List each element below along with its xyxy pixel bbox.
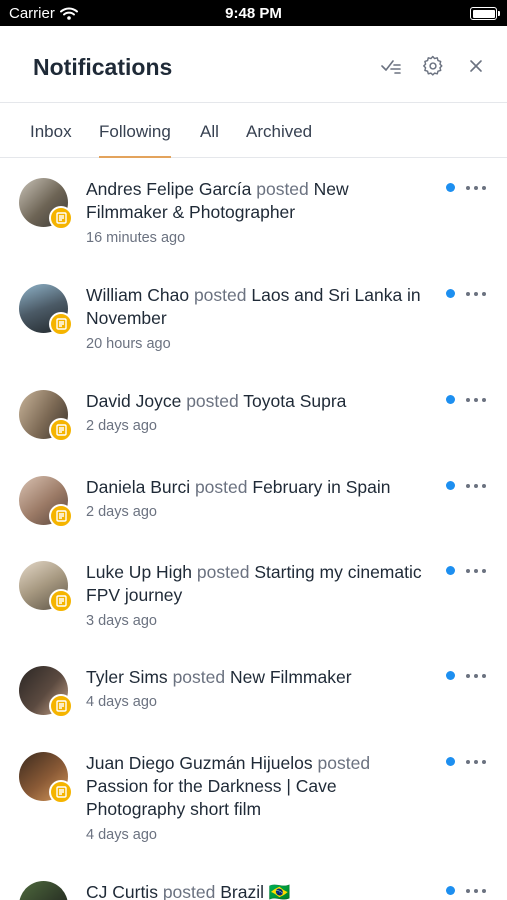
post-badge-icon <box>49 589 73 613</box>
unread-dot <box>446 183 455 192</box>
action-verb: posted <box>196 562 250 582</box>
author-name: David Joyce <box>86 391 182 411</box>
post-badge-icon <box>49 504 73 528</box>
action-verb: posted <box>317 753 371 773</box>
notification-text: William Chao posted Laos and Sri Lanka i… <box>86 284 431 330</box>
post-badge-icon <box>49 418 73 442</box>
author-name: Luke Up High <box>86 562 193 582</box>
header: Notifications <box>0 26 507 103</box>
unread-dot <box>446 481 455 490</box>
author-name: William Chao <box>86 285 190 305</box>
unread-dot <box>446 757 455 766</box>
status-bar: Carrier 9:48 PM <box>0 0 507 26</box>
notification-text: Daniela Burci posted February in Spain <box>86 476 431 499</box>
timestamp: 4 days ago <box>86 827 157 843</box>
mark-all-read-button[interactable] <box>378 53 404 79</box>
post-title[interactable]: Toyota Supra <box>243 391 346 411</box>
author-name: Daniela Burci <box>86 477 191 497</box>
more-options-button[interactable] <box>466 393 486 407</box>
action-verb: posted <box>194 477 248 497</box>
settings-button[interactable] <box>420 53 446 79</box>
action-verb: posted <box>172 667 226 687</box>
tab-archived[interactable]: Archived <box>246 122 312 158</box>
unread-dot <box>446 886 455 895</box>
tab-bar: Inbox Following All Archived <box>0 103 507 158</box>
notification-text: David Joyce posted Toyota Supra <box>86 390 431 413</box>
clock: 9:48 PM <box>225 5 282 22</box>
timestamp: 16 minutes ago <box>86 230 186 246</box>
more-options-button[interactable] <box>466 669 486 683</box>
close-button[interactable] <box>463 53 489 79</box>
page-title: Notifications <box>33 54 173 80</box>
tab-inbox[interactable]: Inbox <box>30 122 72 158</box>
battery-icon <box>470 7 500 20</box>
check-list-icon <box>381 60 401 74</box>
post-title[interactable]: Brazil 🇧🇷 <box>220 882 290 900</box>
gear-icon <box>423 55 443 76</box>
more-options-button[interactable] <box>466 287 486 301</box>
author-name: Tyler Sims <box>86 667 168 687</box>
action-verb: posted <box>186 391 239 411</box>
tab-following[interactable]: Following <box>99 122 171 158</box>
notification-text: Luke Up High posted Starting my cinemati… <box>86 561 431 607</box>
more-options-button[interactable] <box>466 755 486 769</box>
action-verb: posted <box>193 285 247 305</box>
post-badge-icon <box>49 206 73 230</box>
post-title[interactable]: Passion for the Darkness | Cave Photogra… <box>86 776 337 819</box>
unread-dot <box>446 566 455 575</box>
notification-text: Juan Diego Guzmán Hijuelos posted Passio… <box>86 752 431 821</box>
timestamp: 20 hours ago <box>86 336 171 352</box>
unread-dot <box>446 671 455 680</box>
timestamp: 4 days ago <box>86 694 157 710</box>
action-verb: posted <box>162 882 216 900</box>
timestamp: 2 days ago <box>86 504 157 520</box>
more-options-button[interactable] <box>466 181 486 195</box>
notification-text: Tyler Sims posted New Filmmaker <box>86 666 431 689</box>
post-badge-icon <box>49 780 73 804</box>
post-badge-icon <box>49 312 73 336</box>
close-icon <box>470 60 482 72</box>
unread-dot <box>446 395 455 404</box>
tab-all[interactable]: All <box>200 122 219 158</box>
notification-text: Andres Felipe García posted New Filmmake… <box>86 178 431 224</box>
avatar <box>19 881 68 900</box>
more-options-button[interactable] <box>466 884 486 898</box>
post-title[interactable]: February in Spain <box>252 477 390 497</box>
notification-text: CJ Curtis posted Brazil 🇧🇷 <box>86 881 431 900</box>
author-name: Juan Diego Guzmán Hijuelos <box>86 753 313 773</box>
post-badge-icon <box>49 694 73 718</box>
more-options-button[interactable] <box>466 564 486 578</box>
more-options-button[interactable] <box>466 479 486 493</box>
post-title[interactable]: New Filmmaker <box>230 667 352 687</box>
timestamp: 2 days ago <box>86 418 157 434</box>
author-name: Andres Felipe García <box>86 179 252 199</box>
unread-dot <box>446 289 455 298</box>
timestamp: 3 days ago <box>86 613 157 629</box>
action-verb: posted <box>256 179 309 199</box>
author-name: CJ Curtis <box>86 882 158 900</box>
